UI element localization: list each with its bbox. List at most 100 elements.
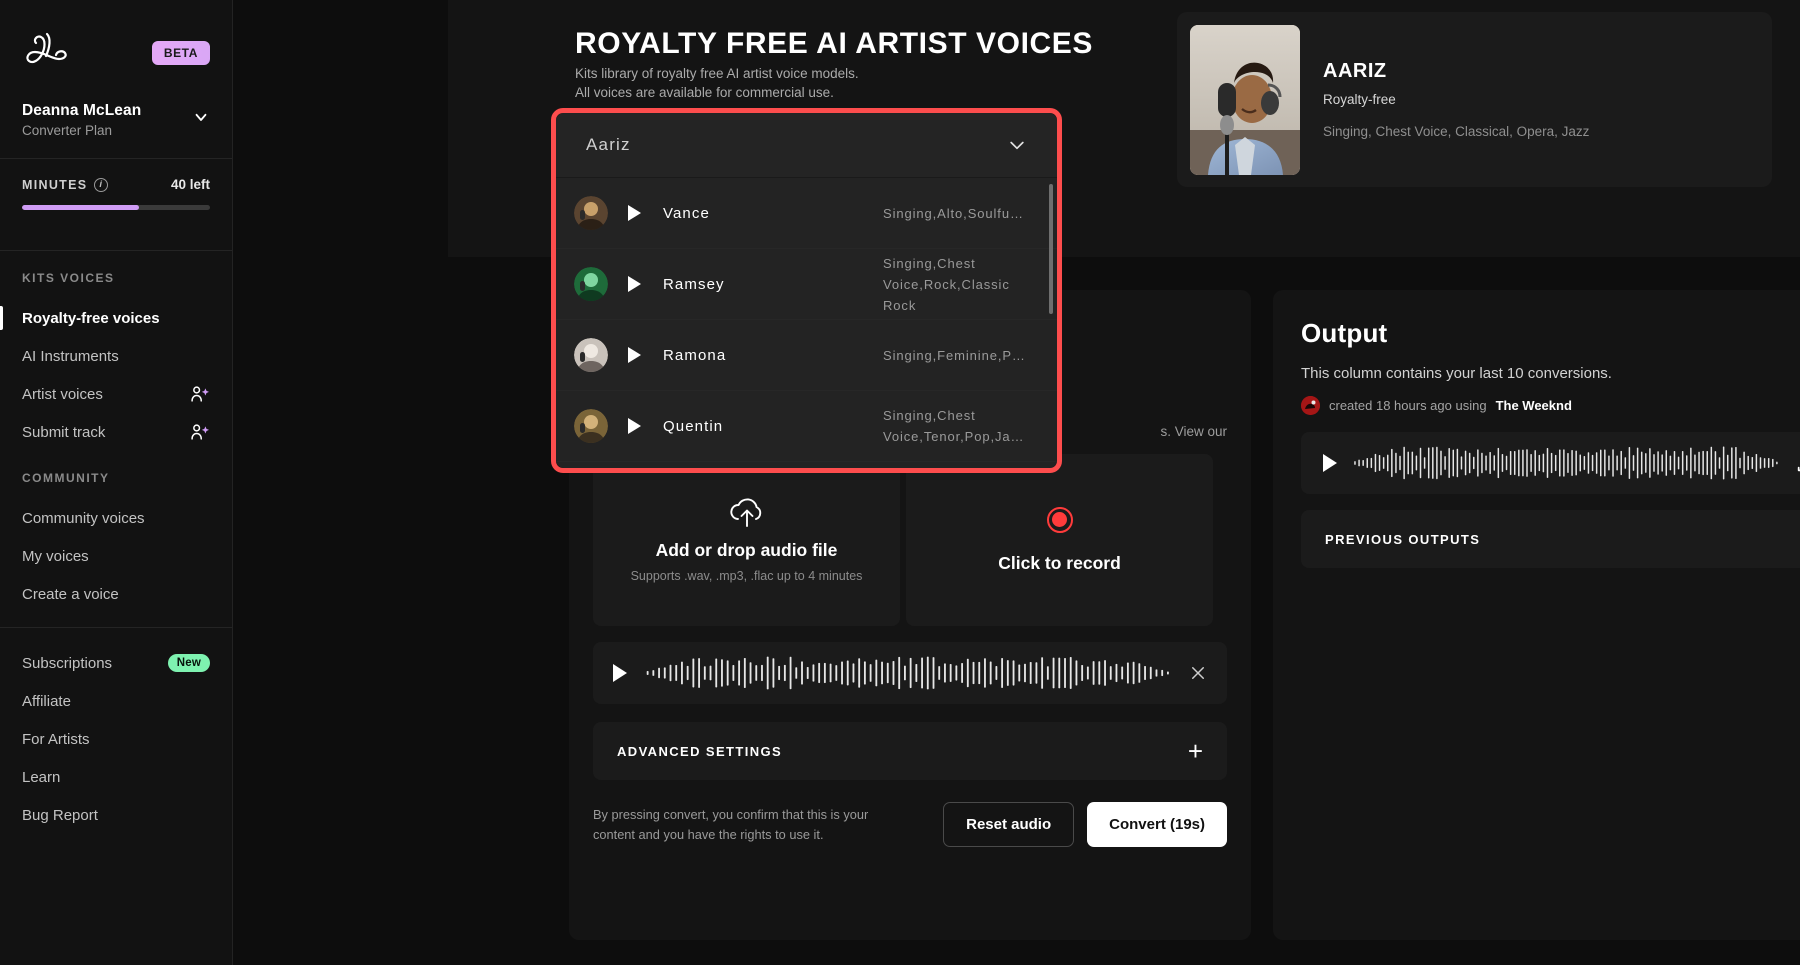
sidebar-item-label: Bug Report (22, 806, 98, 824)
convert-button[interactable]: Convert (19s) (1087, 802, 1227, 847)
sidebar-item-learn[interactable]: Learn (0, 758, 232, 796)
upload-title: Add or drop audio file (655, 539, 838, 560)
play-icon[interactable] (628, 418, 641, 434)
play-icon[interactable] (628, 205, 641, 221)
output-title: Output (1301, 318, 1388, 348)
sidebar-item-submit-track[interactable]: Submit track (0, 413, 232, 451)
advanced-settings-row[interactable]: ADVANCED SETTINGS + (593, 722, 1227, 780)
convert-footer: By pressing convert, you confirm that th… (593, 802, 1227, 847)
upload-dropzone[interactable]: Add or drop audio file Supports .wav, .m… (593, 454, 900, 626)
page-title: ROYALTY FREE AI ARTIST VOICES (575, 27, 1094, 60)
sidebar-item-label: For Artists (22, 730, 90, 748)
account-plan: Converter Plan (22, 123, 113, 138)
sidebar-item-adornment (190, 385, 210, 403)
sidebar-group-misc: Subscriptions New Affiliate For Artists Lear… (0, 613, 232, 834)
play-icon[interactable] (628, 276, 641, 292)
sidebar-item-label: My voices (22, 547, 89, 565)
chevron-down-icon[interactable] (192, 108, 210, 126)
sidebar-item-label: AI Instruments (22, 347, 119, 365)
play-icon[interactable] (628, 347, 641, 363)
voice-selector-value: Aariz (586, 135, 631, 154)
sidebar-group-community: COMMUNITY Community voices My voices Create… (0, 451, 232, 613)
account-text: Deanna McLean Converter Plan (22, 102, 141, 138)
voice-option-row[interactable]: Vance Singing,Alto,Soulfu… (556, 178, 1057, 249)
artist-license: Royalty-free (1323, 92, 1396, 107)
advanced-settings-label: ADVANCED SETTINGS (617, 743, 783, 759)
sidebar-item-bug-report[interactable]: Bug Report (0, 796, 232, 834)
sidebar-item-artist-voices[interactable]: Artist voices (0, 375, 232, 413)
play-icon[interactable] (1323, 454, 1337, 472)
voice-option-name: Vance (663, 204, 710, 222)
input-audio-player[interactable] (593, 642, 1227, 704)
voice-avatar (574, 338, 608, 372)
voice-selector-dropdown[interactable]: Aariz Vance Singing,Alto,Soulfu… Ramsey Sin… (556, 113, 1057, 468)
sidebar-item-label: Community voices (22, 509, 145, 527)
output-created-prefix: created 18 hours ago using (1329, 398, 1487, 413)
voice-option-name: Quentin (663, 417, 724, 435)
voice-avatar (1301, 396, 1320, 415)
sidebar-item-adornment (190, 423, 210, 441)
sidebar-header: BETA Deanna McLean Converter Plan (0, 0, 232, 138)
main-content: ROYALTY FREE AI ARTIST VOICES Kits libra… (233, 0, 1800, 965)
sidebar-divider-3 (0, 627, 232, 628)
plus-icon[interactable]: + (1188, 738, 1203, 764)
voice-selector-control[interactable]: Aariz (556, 113, 1057, 178)
sidebar-item-ai-instruments[interactable]: AI Instruments (0, 337, 232, 375)
output-created-row: created 18 hours ago using The Weeknd (1301, 396, 1800, 415)
dropdown-scrollbar[interactable] (1049, 184, 1053, 314)
sidebar-item-subscriptions[interactable]: Subscriptions New (0, 644, 232, 682)
cloud-upload-icon (728, 498, 766, 528)
minutes-row: MINUTES i 40 left (22, 177, 210, 192)
voice-option-tags: Singing,Chest Voice,Rock,Classic Rock (883, 255, 1010, 313)
minutes-meter: MINUTES i 40 left (0, 159, 232, 230)
voice-option-tags: Singing,Feminine,P… (883, 347, 1026, 363)
person-star-icon (190, 423, 210, 441)
voice-option-row[interactable]: Ramona Singing,Feminine,P… (556, 320, 1057, 391)
upload-subtitle: Supports .wav, .mp3, .flac up to 4 minut… (630, 568, 863, 583)
kits-ampersand-logo-icon[interactable] (22, 27, 74, 79)
close-icon[interactable] (1189, 664, 1207, 682)
sidebar-item-label: Affiliate (22, 692, 71, 710)
sidebar-nav: KITS VOICES Royalty-free voices AI Instrum… (0, 251, 232, 834)
artist-name: AARIZ (1323, 60, 1387, 82)
minutes-progress-track (22, 205, 210, 210)
account-name: Deanna McLean (22, 102, 142, 119)
sidebar-item-my-voices[interactable]: My voices (0, 537, 232, 575)
sidebar-item-label: Create a voice (22, 585, 119, 603)
output-panel: Output This column contains your last 10… (1273, 290, 1800, 940)
download-icon[interactable] (1795, 452, 1800, 474)
voice-option-row[interactable]: Ramsey Singing,Chest Voice,Rock,Classic R… (556, 249, 1057, 320)
previous-outputs-label: PREVIOUS OUTPUTS (1325, 531, 1481, 547)
selected-artist-card[interactable]: AARIZ Royalty-free Singing, Chest Voice,… (1177, 12, 1772, 187)
voice-option-row[interactable]: Quentin Singing,Chest Voice,Tenor,Pop,Ja… (556, 391, 1057, 462)
previous-outputs-row[interactable]: PREVIOUS OUTPUTS + (1301, 510, 1800, 568)
sidebar-item-for-artists[interactable]: For Artists (0, 720, 232, 758)
record-dropzone[interactable]: Click to record (906, 454, 1213, 626)
person-star-icon (190, 385, 210, 403)
voice-option-tags: Singing,Chest Voice,Tenor,Pop,Ja… (883, 408, 1025, 444)
sidebar-group-kits-voices: KITS VOICES Royalty-free voices AI Instrum… (0, 251, 232, 451)
sidebar-group-title: KITS VOICES (22, 271, 115, 285)
play-icon[interactable] (613, 664, 627, 682)
output-subtitle: This column contains your last 10 conver… (1301, 365, 1612, 382)
minutes-label-group: MINUTES i (22, 177, 109, 192)
reset-audio-button[interactable]: Reset audio (943, 802, 1075, 847)
sidebar-item-royalty-free-voices[interactable]: Royalty-free voices (0, 299, 232, 337)
info-icon[interactable]: i (94, 177, 109, 192)
voice-avatar (574, 409, 608, 443)
output-audio-player[interactable] (1301, 432, 1800, 494)
sidebar-item-community-voices[interactable]: Community voices (0, 499, 232, 537)
input-dropzones: Add or drop audio file Supports .wav, .m… (593, 454, 1213, 626)
sidebar-item-affiliate[interactable]: Affiliate (0, 682, 232, 720)
minutes-remaining: 40 left (170, 177, 210, 192)
sidebar-item-create-a-voice[interactable]: Create a voice (0, 575, 232, 613)
minutes-label: MINUTES (22, 177, 88, 192)
voice-option-tags: Singing,Alto,Soulfu… (883, 205, 1024, 221)
voice-options-list[interactable]: Vance Singing,Alto,Soulfu… Ramsey Singing,C… (556, 178, 1057, 468)
input-waveform[interactable] (645, 655, 1171, 691)
output-waveform[interactable] (1353, 445, 1779, 481)
sidebar-group-title: COMMUNITY (22, 471, 110, 485)
account-switcher[interactable]: Deanna McLean Converter Plan (22, 102, 210, 138)
chevron-down-icon[interactable] (1007, 135, 1027, 155)
sidebar: BETA Deanna McLean Converter Plan MINUTE… (0, 0, 233, 965)
